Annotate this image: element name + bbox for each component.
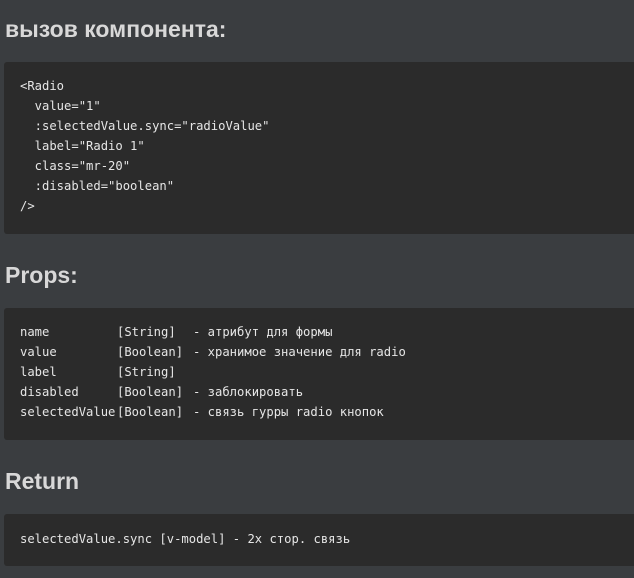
code-line: <Radio — [20, 79, 65, 93]
code-line: value="1" — [20, 99, 101, 113]
code-line: /> — [20, 199, 35, 213]
prop-type: [Boolean] — [117, 385, 184, 399]
prop-name: label — [20, 365, 57, 379]
prop-type: [Boolean] — [117, 405, 184, 419]
section-title-usage: вызов компонента: — [5, 16, 227, 42]
code-line: selectedValue.sync [v-model] - 2x стор. … — [20, 532, 351, 546]
code-line: label="Radio 1" — [20, 139, 145, 153]
prop-description: - хранимое значение для radio — [193, 345, 406, 359]
prop-name: name — [20, 325, 50, 339]
code-line: :disabled="boolean" — [20, 179, 175, 193]
prop-name: selectedValue — [20, 405, 116, 419]
code-line: :selectedValue.sync="radioValue" — [20, 119, 270, 133]
prop-description: - атрибут для формы — [193, 325, 333, 339]
section-title-props: Props: — [5, 262, 78, 288]
prop-description: - связь гурры radio кнопок — [193, 405, 384, 419]
prop-row: selectedValue [Boolean] - связь гурры ra… — [20, 402, 634, 422]
prop-type: [String] — [117, 365, 176, 379]
prop-row: value [Boolean] - хранимое значение для … — [20, 342, 634, 362]
prop-name: value — [20, 345, 57, 359]
usage-code-block: <Radio value="1" :selectedValue.sync="ra… — [4, 62, 634, 234]
prop-type: [String] — [117, 325, 176, 339]
prop-row: name [String] - атрибут для формы — [20, 322, 634, 342]
prop-row: disabled [Boolean] - заблокировать — [20, 382, 634, 402]
return-code-block: selectedValue.sync [v-model] - 2x стор. … — [4, 514, 634, 566]
code-line: class="mr-20" — [20, 159, 131, 173]
prop-name: disabled — [20, 385, 79, 399]
section-title-return: Return — [5, 468, 80, 494]
prop-row: label [String] — [20, 362, 634, 382]
prop-type: [Boolean] — [117, 345, 184, 359]
props-code-block: name [String] - атрибут для формы value … — [4, 308, 634, 440]
prop-description: - заблокировать — [193, 385, 304, 399]
